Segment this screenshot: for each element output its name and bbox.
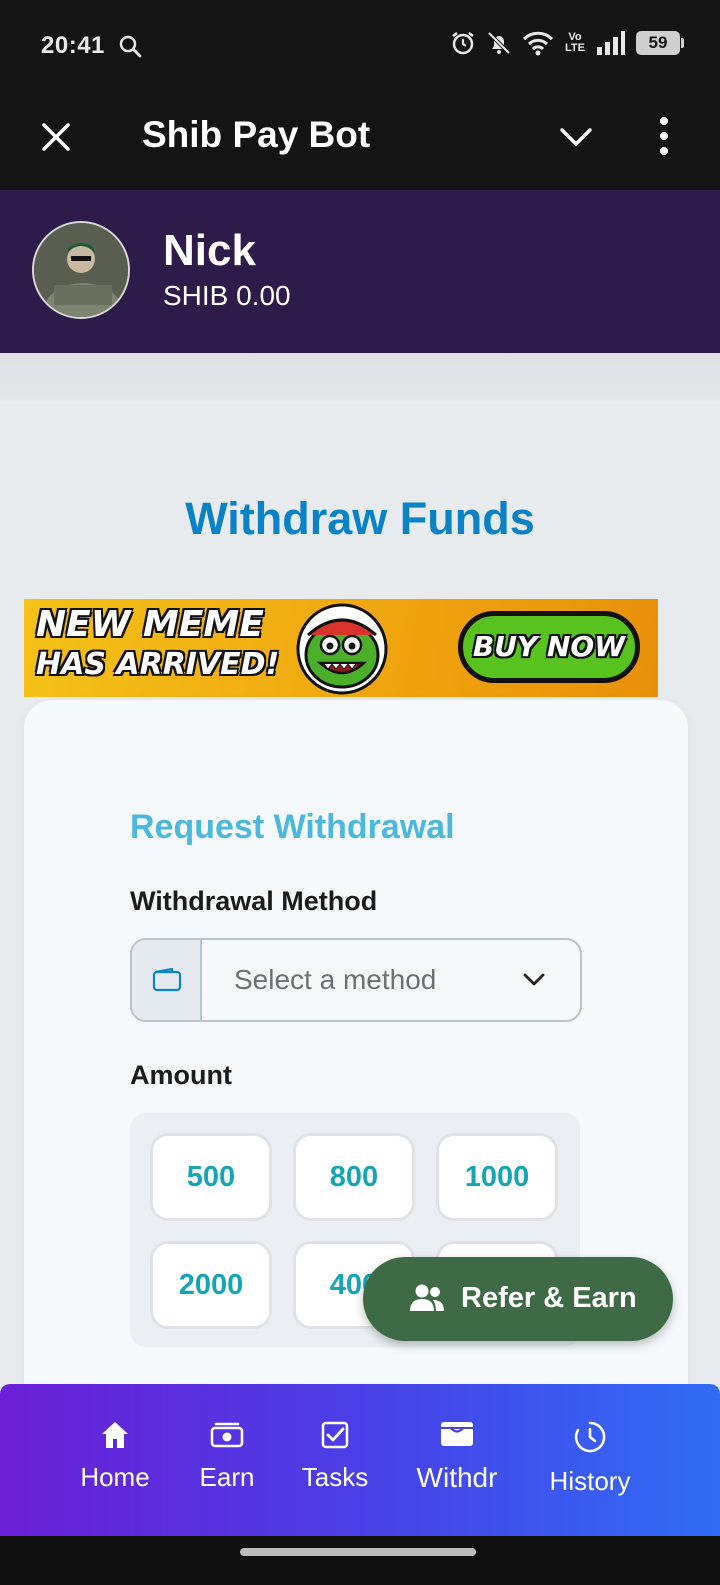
app-title: Shib Pay Bot [142, 114, 371, 155]
buy-now-button[interactable]: BUY NOW [458, 611, 640, 683]
gesture-bar[interactable] [240, 1548, 476, 1556]
user-name: Nick [163, 226, 256, 275]
avatar-image [34, 223, 128, 317]
header-shadow [0, 353, 720, 401]
refer-earn-button[interactable]: Refer & Earn [363, 1257, 673, 1341]
close-icon[interactable] [36, 117, 76, 157]
banner-line2: HAS ARRIVED! [36, 647, 280, 682]
chevron-down-icon [523, 973, 545, 986]
nav-item-earn[interactable]: Earn [167, 1420, 287, 1493]
status-time: 20:41 [41, 32, 105, 59]
user-balance: SHIB 0.00 [163, 280, 291, 311]
wifi-icon [522, 31, 554, 56]
page-title: Withdraw Funds [185, 493, 535, 544]
nav-label-withdraw: Withdr [416, 1462, 498, 1493]
nav-label-home: Home [80, 1462, 150, 1492]
nav-item-tasks[interactable]: Tasks [275, 1420, 395, 1493]
muted-bell-icon [487, 31, 511, 55]
frog-mascot-icon [296, 603, 388, 695]
banner-line1: NEW MEME [36, 604, 264, 645]
search-icon [119, 35, 142, 58]
amount-option-500[interactable]: 500 [150, 1133, 272, 1221]
battery-icon: 59 [636, 31, 684, 55]
nav-label-tasks: Tasks [301, 1462, 369, 1492]
money-icon [210, 1422, 244, 1448]
wallet-icon [152, 968, 182, 992]
card-title: Request Withdrawal [130, 808, 455, 846]
status-bar: 20:41 Vo LTE 59 [0, 0, 720, 92]
method-placeholder: Select a method [234, 964, 437, 995]
method-label: Withdrawal Method [130, 886, 378, 916]
amount-option-1000[interactable]: 1000 [436, 1133, 558, 1221]
more-vertical-icon[interactable] [654, 114, 674, 158]
ad-banner[interactable]: NEW MEME HAS ARRIVED! BUY NOW [24, 599, 658, 697]
nav-label-earn: Earn [199, 1462, 255, 1492]
signal-icon [597, 31, 625, 55]
app-header: Shib Pay Bot [0, 92, 720, 190]
home-icon [102, 1422, 128, 1448]
banner-text: NEW MEME HAS ARRIVED! [36, 605, 279, 685]
nav-item-withdraw[interactable]: Withdr [397, 1418, 517, 1494]
main-content: Withdraw Funds NEW MEME HAS ARRIVED! BUY… [0, 353, 720, 1403]
bottom-nav: Home Earn Tasks Withdr History [0, 1384, 720, 1536]
volte-icon: Vo LTE [565, 31, 585, 54]
nav-item-history[interactable]: History [530, 1420, 650, 1497]
amount-option-2000[interactable]: 2000 [150, 1241, 272, 1329]
user-bar: Nick SHIB 0.00 [0, 190, 720, 353]
chevron-down-icon[interactable] [556, 120, 596, 152]
alarm-icon [452, 32, 474, 55]
users-icon [410, 1284, 444, 1311]
amount-label: Amount [130, 1060, 232, 1090]
nav-item-home[interactable]: Home [55, 1420, 175, 1493]
checkbox-icon [321, 1421, 349, 1449]
status-icons: Vo LTE 59 [450, 30, 684, 56]
amount-option-800[interactable]: 800 [293, 1133, 415, 1221]
method-select[interactable]: Select a method [130, 938, 582, 1022]
gesture-area [0, 1536, 720, 1585]
wallet-icon [441, 1422, 473, 1446]
avatar[interactable] [32, 221, 130, 319]
method-icon-box [132, 940, 202, 1020]
nav-label-history: History [549, 1466, 631, 1496]
refer-earn-label: Refer & Earn [461, 1282, 637, 1314]
clock-icon [574, 1421, 606, 1453]
